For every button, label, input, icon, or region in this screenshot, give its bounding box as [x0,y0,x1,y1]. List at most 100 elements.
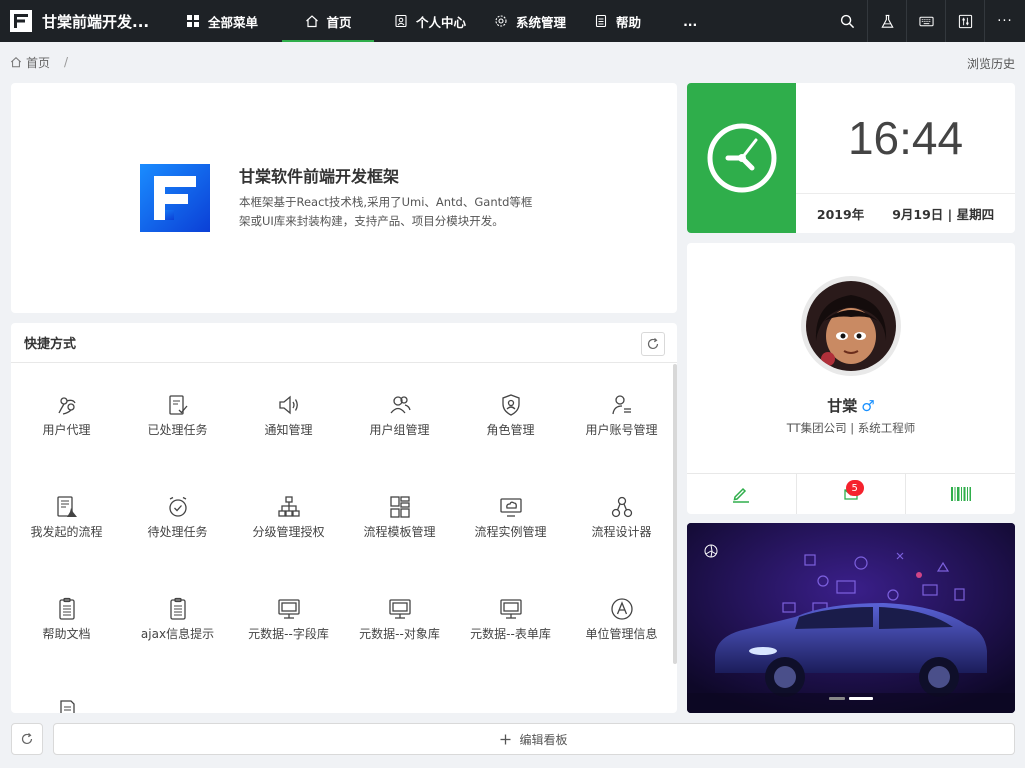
keyboard-button[interactable] [906,0,945,42]
carousel-dot[interactable] [829,697,845,700]
menu-help-label: 帮助 [616,14,642,30]
edit-profile-button[interactable] [687,474,797,514]
monitor-icon [277,599,300,619]
edit-dashboard-label: 编辑看板 [519,732,568,747]
shortcut-item[interactable]: 流程设计器 [566,466,677,568]
shortcut-label: 流程实例管理 [474,525,547,539]
shortcut-label: 用户账号管理 [585,423,658,437]
promo-banner-carousel[interactable] [687,523,1015,713]
intro-card: 甘棠软件前端开发框架 本框架基于React技术栈,采用了Umi、Antd、Gan… [11,83,677,313]
profile-card: 甘棠 ♂ TT集团公司 | 系统工程师 5 [687,243,1015,514]
intro-description: 本框架基于React技术栈,采用了Umi、Antd、Gantd等框架或UI库来封… [239,195,533,228]
users-icon [389,396,411,414]
proxy-icon [57,397,76,415]
lab-button[interactable] [867,0,906,42]
shortcut-label: 元数据--对象库 [359,627,440,641]
monitor-cloud-icon [499,498,522,517]
shortcut-item[interactable]: 通知管理 [233,364,344,466]
sliders-icon [958,14,972,28]
shortcut-item[interactable]: 元数据--字段库 [233,568,344,670]
shortcut-item[interactable]: 分级管理授权 [233,466,344,568]
avatar-illustration [806,281,896,371]
menu-home-label: 首页 [326,14,352,30]
shortcut-item[interactable]: 用户代理 [11,364,122,466]
breadcrumb-home[interactable]: 首页 [10,54,50,71]
carousel-dots [829,697,873,700]
shortcut-item[interactable] [11,670,122,713]
circle-a-icon [610,598,633,620]
user-account-icon [611,395,631,415]
barcode-button[interactable] [906,474,1015,514]
document-icon [595,14,607,28]
hierarchy-icon [277,496,300,517]
top-navigation-bar: 甘棠前端开发... 全部菜单 首页 个人中心 系统管理 帮助 ... ··· [0,0,1025,42]
refresh-icon [21,733,33,745]
clock-icon [707,123,776,193]
template-icon [389,496,410,518]
shortcut-label: 元数据--表单库 [470,627,551,641]
clipboard-icon [58,597,75,620]
shortcut-label: 我发起的流程 [30,525,103,539]
shortcut-item[interactable]: 角色管理 [455,364,566,466]
breadcrumb-home-label: 首页 [26,55,51,70]
avatar[interactable] [801,276,901,376]
menu-system-label: 系统管理 [516,14,567,30]
shortcut-item[interactable]: 用户组管理 [344,364,455,466]
shortcut-label: 待处理任务 [147,525,208,539]
shortcuts-scrollbar[interactable] [673,364,677,664]
shortcut-item[interactable]: 元数据--表单库 [455,568,566,670]
menu-system[interactable]: 系统管理 [480,0,580,42]
menu-all-label: 全部菜单 [208,14,259,30]
menu-user-center-label: 个人中心 [416,14,467,30]
profile-subtitle: TT集团公司 | 系统工程师 [786,421,916,435]
carousel-dot-active[interactable] [849,697,873,700]
browse-history-link[interactable]: 浏览历史 [967,55,1015,72]
keyboard-icon [918,16,934,26]
doc-edit-icon [59,700,75,713]
brand[interactable]: 甘棠前端开发... [0,0,172,42]
shortcut-item[interactable]: 我发起的流程 [11,466,122,568]
messages-button[interactable]: 5 [797,474,907,514]
shortcuts-refresh-button[interactable] [641,332,665,356]
settings-sliders-button[interactable] [945,0,984,42]
refresh-icon [647,338,659,350]
intro-title: 甘棠软件前端开发框架 [239,167,400,186]
shortcut-item[interactable]: ajax信息提示 [122,568,233,670]
shortcut-label: ajax信息提示 [140,627,215,641]
menu-more[interactable]: ... [655,0,711,42]
menu-user-center[interactable]: 个人中心 [380,0,480,42]
dashboard-refresh-button[interactable] [11,723,43,755]
shortcut-item[interactable]: 已处理任务 [122,364,233,466]
shortcut-item[interactable]: 单位管理信息 [566,568,677,670]
monitor-icon [388,599,411,619]
search-icon [840,14,855,28]
shortcut-item[interactable]: 流程模板管理 [344,466,455,568]
toolbar: ··· [828,0,1025,42]
task-done-icon [168,395,187,415]
shortcut-item[interactable]: 流程实例管理 [455,466,566,568]
home-icon [305,15,318,28]
edit-dashboard-button[interactable]: 编辑看板 [53,723,1015,755]
shortcut-item[interactable]: 元数据--对象库 [344,568,455,670]
clock-date-row: 2019年 9月19日 | 星期四 [796,193,1015,233]
home-icon [10,57,22,68]
clock-card: 16:44 2019年 9月19日 | 星期四 [687,83,1015,233]
more-button[interactable]: ··· [984,0,1025,42]
shortcut-item[interactable]: 待处理任务 [122,466,233,568]
clock-year: 2019年 [816,207,865,222]
clock-time: 16:44 [847,112,964,164]
menu-all[interactable]: 全部菜单 [172,0,272,42]
shortcut-label: 流程设计器 [591,525,652,539]
shortcut-item[interactable]: 帮助文档 [11,568,122,670]
menu-home[interactable]: 首页 [282,0,375,42]
avatar-image [806,281,896,371]
menu-help[interactable]: 帮助 [580,0,655,42]
shortcut-item[interactable]: 用户账号管理 [566,364,677,466]
profile-actions: 5 [687,473,1015,514]
barcode-icon [950,487,971,501]
pencil-icon [733,487,750,503]
male-icon: ♂ [861,397,875,415]
app-title: 甘棠前端开发... [42,12,150,31]
breadcrumb-separator: / [64,55,69,69]
search-button[interactable] [828,0,867,42]
